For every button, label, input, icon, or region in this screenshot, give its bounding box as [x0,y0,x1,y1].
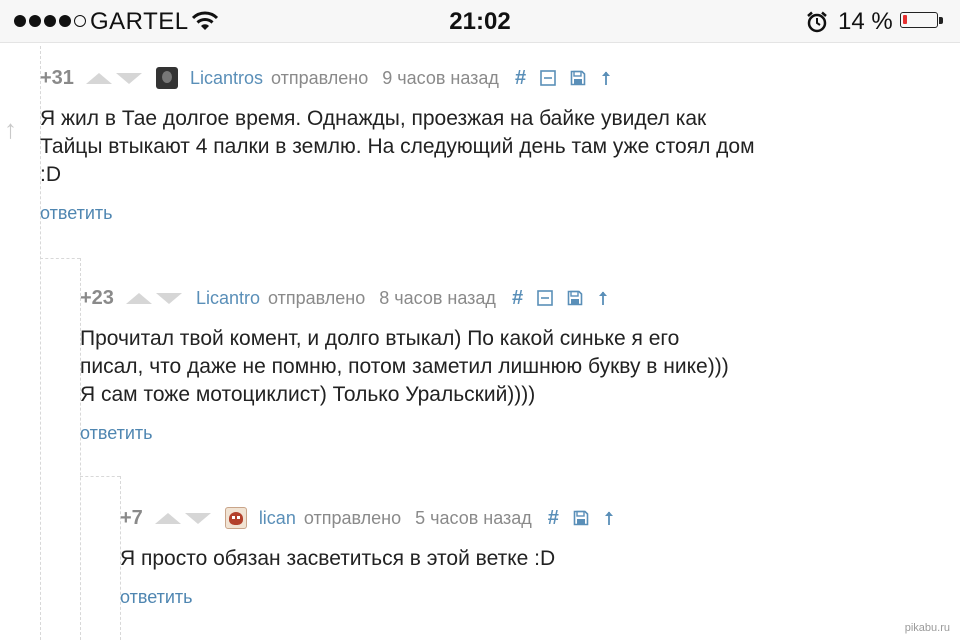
comment: +7 lican отправлено 5 часов назад # Я пр… [120,503,940,608]
comment-rating: +23 [80,286,114,309]
collapse-icon[interactable] [537,290,553,306]
battery-percent: 14 % [838,8,893,35]
comment-sent-label: отправлено [303,507,402,528]
comment-header: +31 Licantros отправлено 9 часов назад # [40,63,940,93]
reply-button[interactable]: ответить [40,203,113,224]
comment-text-line: Я жил в Тае долгое время. Однажды, проез… [40,107,707,130]
comment-time: 5 часов назад [415,507,532,528]
vote-down-icon[interactable] [184,512,211,524]
comment-sent-label: отправлено [270,67,369,88]
hash-icon[interactable]: # [548,507,559,530]
comment: +23 Licantro отправлено 8 часов назад # … [80,283,940,444]
vote-down-icon[interactable] [115,72,142,84]
vote-up-icon[interactable] [125,292,152,304]
comment-header: +23 Licantro отправлено 8 часов назад # [80,283,940,313]
arrow-up-icon[interactable] [603,510,615,526]
arrow-up-icon[interactable]: ↑ [4,116,17,142]
vote-up-icon[interactable] [154,512,181,524]
save-icon[interactable] [567,290,583,306]
battery-tip [939,17,943,24]
comment-text-line: Прочитал твой комент, и долго втыкал) По… [80,327,680,350]
arrow-up-icon[interactable] [600,70,612,86]
thread-line [80,476,120,641]
comment-text: Прочитал твой комент, и долго втыкал) По… [80,325,940,409]
comment-rating: +7 [120,506,143,529]
hash-icon[interactable]: # [512,287,523,310]
battery-icon [900,12,938,28]
comment-time: 9 часов назад [382,67,499,88]
comment-header: +7 lican отправлено 5 часов назад # [120,503,940,533]
comment-sent-label: отправлено [267,287,366,308]
comment: +31 Licantros отправлено 9 часов назад #… [40,63,940,224]
comment-text: Я просто обязан засветиться в этой ветке… [120,545,940,573]
comment-author[interactable]: Licantros [190,68,263,89]
watermark: pikabu.ru [904,622,950,634]
battery-level-fill [903,15,907,24]
hash-icon[interactable]: # [515,67,526,90]
comment-author[interactable]: Licantro [196,288,260,309]
comment-time: 8 часов назад [379,287,496,308]
vote-down-icon[interactable] [155,292,182,304]
avatar[interactable] [155,67,178,89]
comment-text-line: Я просто обязан засветиться в этой ветке… [120,547,556,570]
reply-button[interactable]: ответить [120,587,193,608]
alarm-icon [806,11,828,38]
thread-line [40,258,80,641]
comment-text-line: Тайцы втыкают 4 палки в землю. На следую… [40,135,755,158]
comment-text-line: писал, что даже не помню, потом заметил … [80,355,729,378]
save-icon[interactable] [570,70,586,86]
save-icon[interactable] [573,510,589,526]
comment-text-line: :D [40,163,61,186]
arrow-up-icon[interactable] [597,290,609,306]
vote-up-icon[interactable] [85,72,112,84]
status-bar: GARTEL 21:02 14 % [0,0,960,43]
comment-text-line: Я сам тоже мотоциклист) Только Уральский… [80,383,536,406]
comment-rating: +31 [40,66,74,89]
collapse-icon[interactable] [540,70,556,86]
avatar[interactable] [224,507,247,529]
comment-text: Я жил в Тае долгое время. Однажды, проез… [40,105,940,189]
comment-author[interactable]: lican [259,508,296,529]
reply-button[interactable]: ответить [80,423,153,444]
